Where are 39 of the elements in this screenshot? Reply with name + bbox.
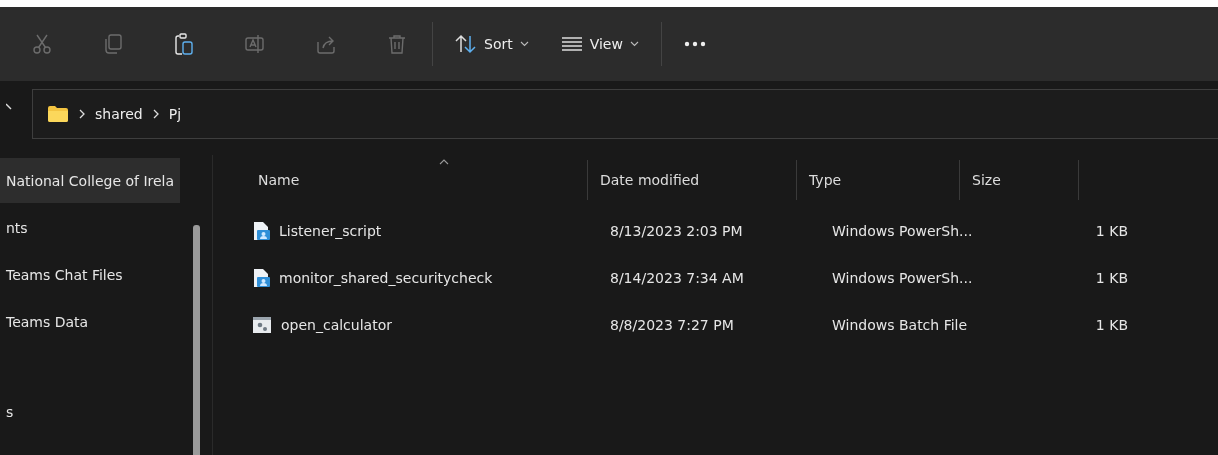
script-file-icon [252,267,270,288]
sidebar-item[interactable]: Teams Chat Files [0,252,180,297]
date-cell-text: 8/8/2023 7:27 PM [609,316,735,333]
file-name-cell[interactable]: Listener_script [242,220,597,241]
column-header[interactable]: Date modified [587,160,796,200]
date-cell-text: 8/13/2023 2:03 PM [609,222,744,239]
more-icon [683,41,706,47]
type-cell-text: Windows Batch File [831,316,969,333]
chevron-down-icon [519,41,529,47]
sort-menu-button[interactable]: Sort [445,26,539,62]
size-cell-text: 1 KB [1094,222,1129,239]
size-cell-text: 1 KB [1094,269,1129,286]
folder-icon [47,105,69,123]
size-cell-text: 1 KB [1094,316,1129,333]
sidebar-item[interactable]: Teams Data [0,299,180,344]
date-cell-text: 8/14/2023 7:34 AM [609,269,745,286]
type-cell-text: Windows PowerSh... [831,222,974,239]
view-menu-button[interactable]: View [550,28,649,60]
script-file-icon [252,220,270,241]
column-header[interactable]: Size [959,160,1079,200]
scrollbar-thumb[interactable] [193,225,200,455]
breadcrumb[interactable]: Pj [168,106,182,122]
sidebar-item[interactable]: nts [0,205,180,250]
column-header[interactable]: Type [796,160,959,200]
chevron-down-icon [629,41,639,47]
lines-icon [560,36,583,52]
address-bar[interactable]: shared Pj [32,89,1218,139]
sidebar-item[interactable]: s [0,389,180,434]
type-cell-text: Windows PowerSh... [831,269,974,286]
sort-arrows-icon [455,34,477,54]
chevron-right-icon [151,109,160,119]
sort-caret-icon [439,159,449,165]
breadcrumb[interactable]: shared [95,106,143,122]
chevron-right-icon [78,109,86,119]
file-name-cell[interactable]: monitor_shared_securitycheck [242,267,597,288]
gears-file-icon [252,315,272,334]
column-header[interactable]: Name [242,160,587,200]
file-name-cell[interactable]: open_calculator [242,315,597,334]
sidebar-item[interactable]: National College of Irela [0,158,180,203]
